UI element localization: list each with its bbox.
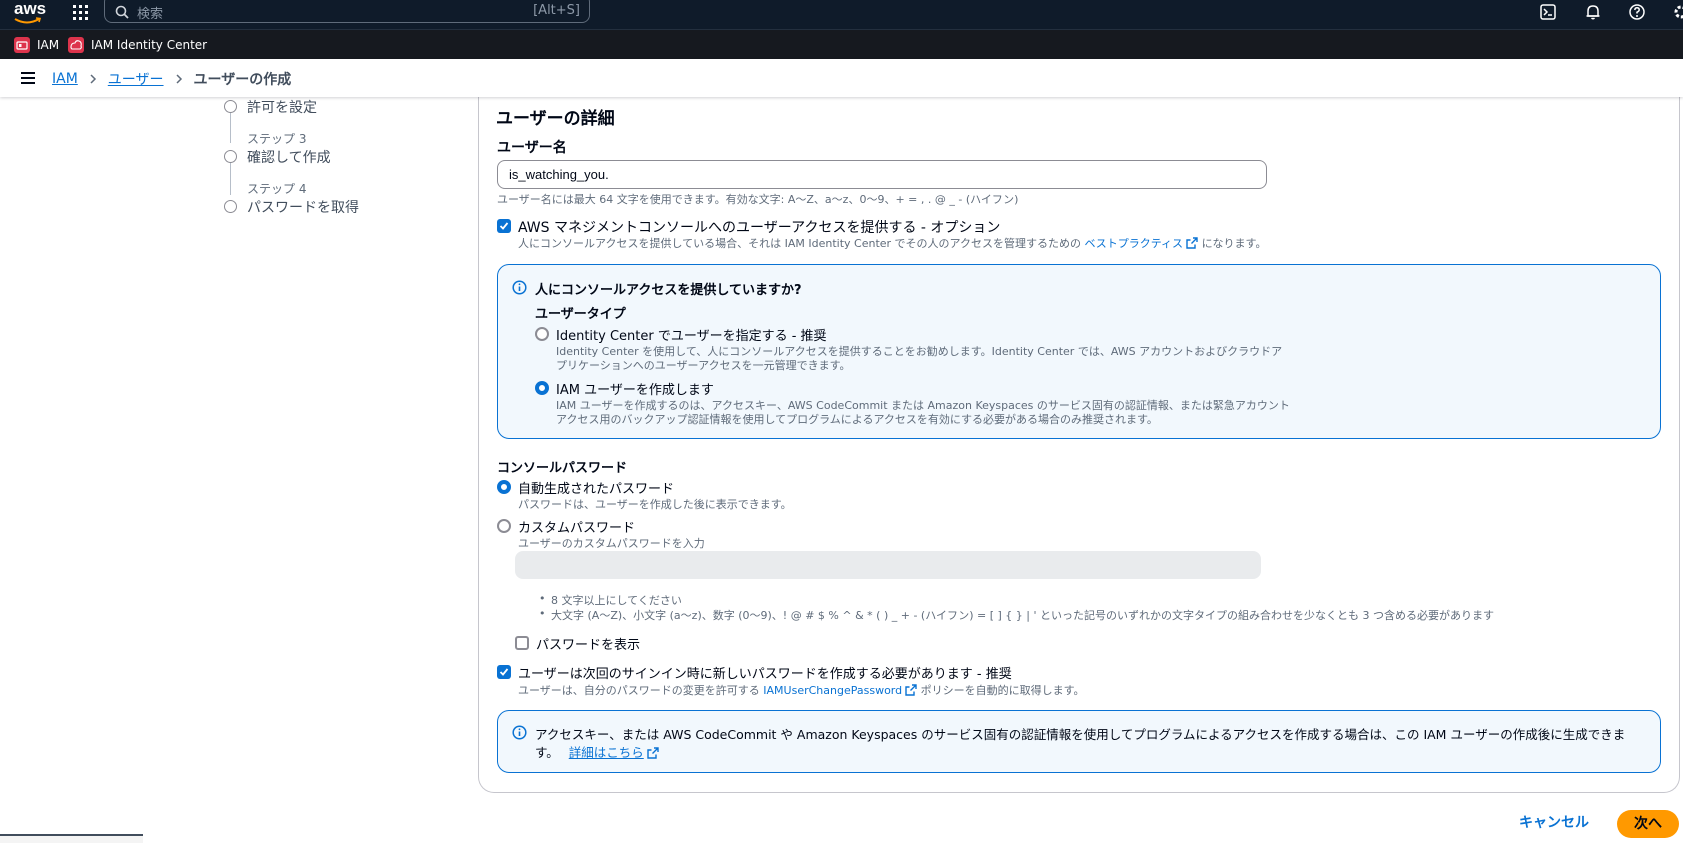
iam-user-change-password-link[interactable]: IAMUserChangePassword	[763, 684, 902, 697]
grid-icon[interactable]	[72, 4, 89, 21]
wizard-steps: 許可を設定 ステップ 3 確認して作成 ステップ 4 パスワードを取得	[222, 97, 462, 217]
aws-logo[interactable]: aws	[14, 0, 47, 26]
identity-center-radio[interactable]	[535, 327, 549, 341]
console-access-desc: 人にコンソールアクセスを提供している場合、それは IAM Identity Ce…	[518, 235, 1266, 251]
search-input[interactable]: 検索 [Alt+S]	[104, 0, 590, 23]
step-4-label: ステップ 4	[247, 182, 307, 196]
iam-icon	[14, 37, 30, 53]
access-key-alert-text: アクセスキー、または AWS CodeCommit や Amazon Keysp…	[535, 727, 1626, 742]
learn-more-link[interactable]: 詳細はこちら	[569, 745, 644, 760]
step-circle-icon	[224, 200, 237, 213]
step-circle-icon	[224, 150, 237, 163]
console-access-label: AWS マネジメントコンソールへのユーザーアクセスを提供する - オプション	[518, 220, 1001, 236]
iam-user-radio[interactable]	[535, 381, 549, 395]
user-type-label: ユーザータイプ	[535, 307, 626, 322]
checkmark-icon	[499, 668, 509, 676]
require-reset-checkbox[interactable]	[497, 665, 511, 679]
step-3-label: ステップ 3	[247, 132, 307, 146]
console-access-desc-text-end: になります。	[1201, 237, 1267, 250]
bottom-panel-tab	[0, 834, 143, 843]
access-key-alert-text-end: す。	[535, 745, 559, 760]
require-reset-desc-text: ユーザーは、自分のパスワードの変更を許可する	[518, 684, 760, 697]
require-reset-desc-text-end: ポリシーを自動的に取得します。	[920, 684, 1085, 697]
identity-center-option-label: Identity Center でユーザーを指定する - 推奨	[556, 329, 827, 344]
breadcrumb-bar: IAM ユーザー ユーザーの作成	[0, 59, 1683, 97]
help-icon[interactable]	[1628, 3, 1646, 21]
user-type-info-alert: 人にコンソールアクセスを提供していますか? ユーザータイプ Identity C…	[497, 264, 1661, 439]
step-3-name: 確認して作成	[247, 150, 331, 166]
breadcrumb-users[interactable]: ユーザー	[108, 69, 164, 89]
step-circle-icon	[224, 100, 237, 113]
custom-password-input[interactable]	[515, 551, 1261, 579]
external-link-icon	[905, 684, 917, 696]
username-input[interactable]	[497, 160, 1267, 189]
auto-password-desc: パスワードは、ユーザーを作成した後に表示できます。	[518, 498, 792, 511]
service-label: IAM	[37, 38, 60, 52]
external-link-icon	[647, 747, 659, 759]
breadcrumb-iam[interactable]: IAM	[52, 71, 78, 87]
best-practices-link[interactable]: ベストプラクティス	[1085, 237, 1184, 250]
password-rule: 大文字 (A〜Z)、小文字 (a〜z)、数字 (0〜9)、! @ # $ % ^…	[539, 607, 1494, 623]
require-reset-desc: ユーザーは、自分のパスワードの変更を許可する IAMUserChangePass…	[518, 682, 1085, 698]
info-icon	[512, 280, 527, 295]
section-title: ユーザーの詳細	[496, 109, 615, 129]
identity-center-option-desc: プリケーションへのユーザーアクセスを一元管理できます。	[556, 359, 851, 372]
show-password-checkbox[interactable]	[515, 636, 529, 650]
aws-logo-text: aws	[14, 0, 47, 18]
menu-icon[interactable]	[21, 72, 35, 84]
search-icon	[115, 5, 129, 19]
identity-center-icon	[68, 37, 84, 53]
iam-user-option-label: IAM ユーザーを作成します	[556, 383, 714, 398]
service-favorites-bar: IAM IAM Identity Center	[0, 29, 1683, 59]
access-key-alert-text-line2: す。 詳細はこちら	[535, 742, 659, 761]
auto-password-radio[interactable]	[497, 480, 511, 494]
require-reset-label: ユーザーは次回のサインイン時に新しいパスワードを作成する必要があります - 推奨	[518, 667, 1012, 682]
chevron-right-icon	[176, 74, 182, 84]
bell-icon[interactable]	[1584, 3, 1602, 21]
info-icon	[512, 725, 527, 740]
search-placeholder: 検索	[137, 7, 164, 22]
password-rule: 8 文字以上にしてください	[539, 592, 682, 608]
alert-title: 人にコンソールアクセスを提供していますか?	[535, 283, 802, 298]
show-password-label: パスワードを表示	[536, 638, 641, 653]
breadcrumb: IAM ユーザー ユーザーの作成	[52, 69, 291, 89]
custom-password-radio[interactable]	[497, 519, 511, 533]
username-label: ユーザー名	[497, 140, 567, 156]
cloudshell-icon[interactable]	[1539, 3, 1557, 21]
custom-password-desc: ユーザーのカスタムパスワードを入力	[518, 537, 705, 550]
aws-smile-icon	[14, 17, 42, 24]
access-key-info-alert: アクセスキー、または AWS CodeCommit や Amazon Keysp…	[497, 710, 1661, 773]
top-navigation: aws 検索 [Alt+S]	[0, 0, 1683, 29]
cancel-button[interactable]: キャンセル	[1519, 812, 1589, 832]
service-shortcut-identity-center[interactable]: IAM Identity Center	[68, 36, 207, 54]
step-2-name: 許可を設定	[247, 100, 317, 116]
gear-icon[interactable]	[1672, 3, 1683, 21]
auto-password-label: 自動生成されたパスワード	[518, 482, 675, 497]
service-shortcut-iam[interactable]: IAM	[14, 36, 59, 54]
custom-password-label: カスタムパスワード	[518, 521, 636, 536]
service-label: IAM Identity Center	[91, 38, 208, 52]
next-button[interactable]: 次へ	[1617, 810, 1679, 838]
username-hint: ユーザー名には最大 64 文字を使用できます。有効な文字: A〜Z、a〜z、0〜…	[497, 193, 1019, 206]
chevron-right-icon	[90, 74, 96, 84]
step-connector	[230, 161, 231, 195]
step-connector	[230, 113, 231, 143]
breadcrumb-current: ユーザーの作成	[193, 72, 292, 88]
step-4-name: パスワードを取得	[247, 200, 359, 216]
external-link-icon	[1186, 237, 1198, 249]
iam-user-option-desc: アクセス用のバックアップ認証情報を使用してプログラムによるアクセスを有効にする必…	[556, 413, 1158, 426]
console-password-label: コンソールパスワード	[497, 461, 628, 476]
console-access-desc-text: 人にコンソールアクセスを提供している場合、それは IAM Identity Ce…	[518, 237, 1081, 250]
checkmark-icon	[499, 222, 509, 230]
console-access-checkbox[interactable]	[497, 219, 511, 233]
search-shortcut: [Alt+S]	[533, 3, 580, 18]
